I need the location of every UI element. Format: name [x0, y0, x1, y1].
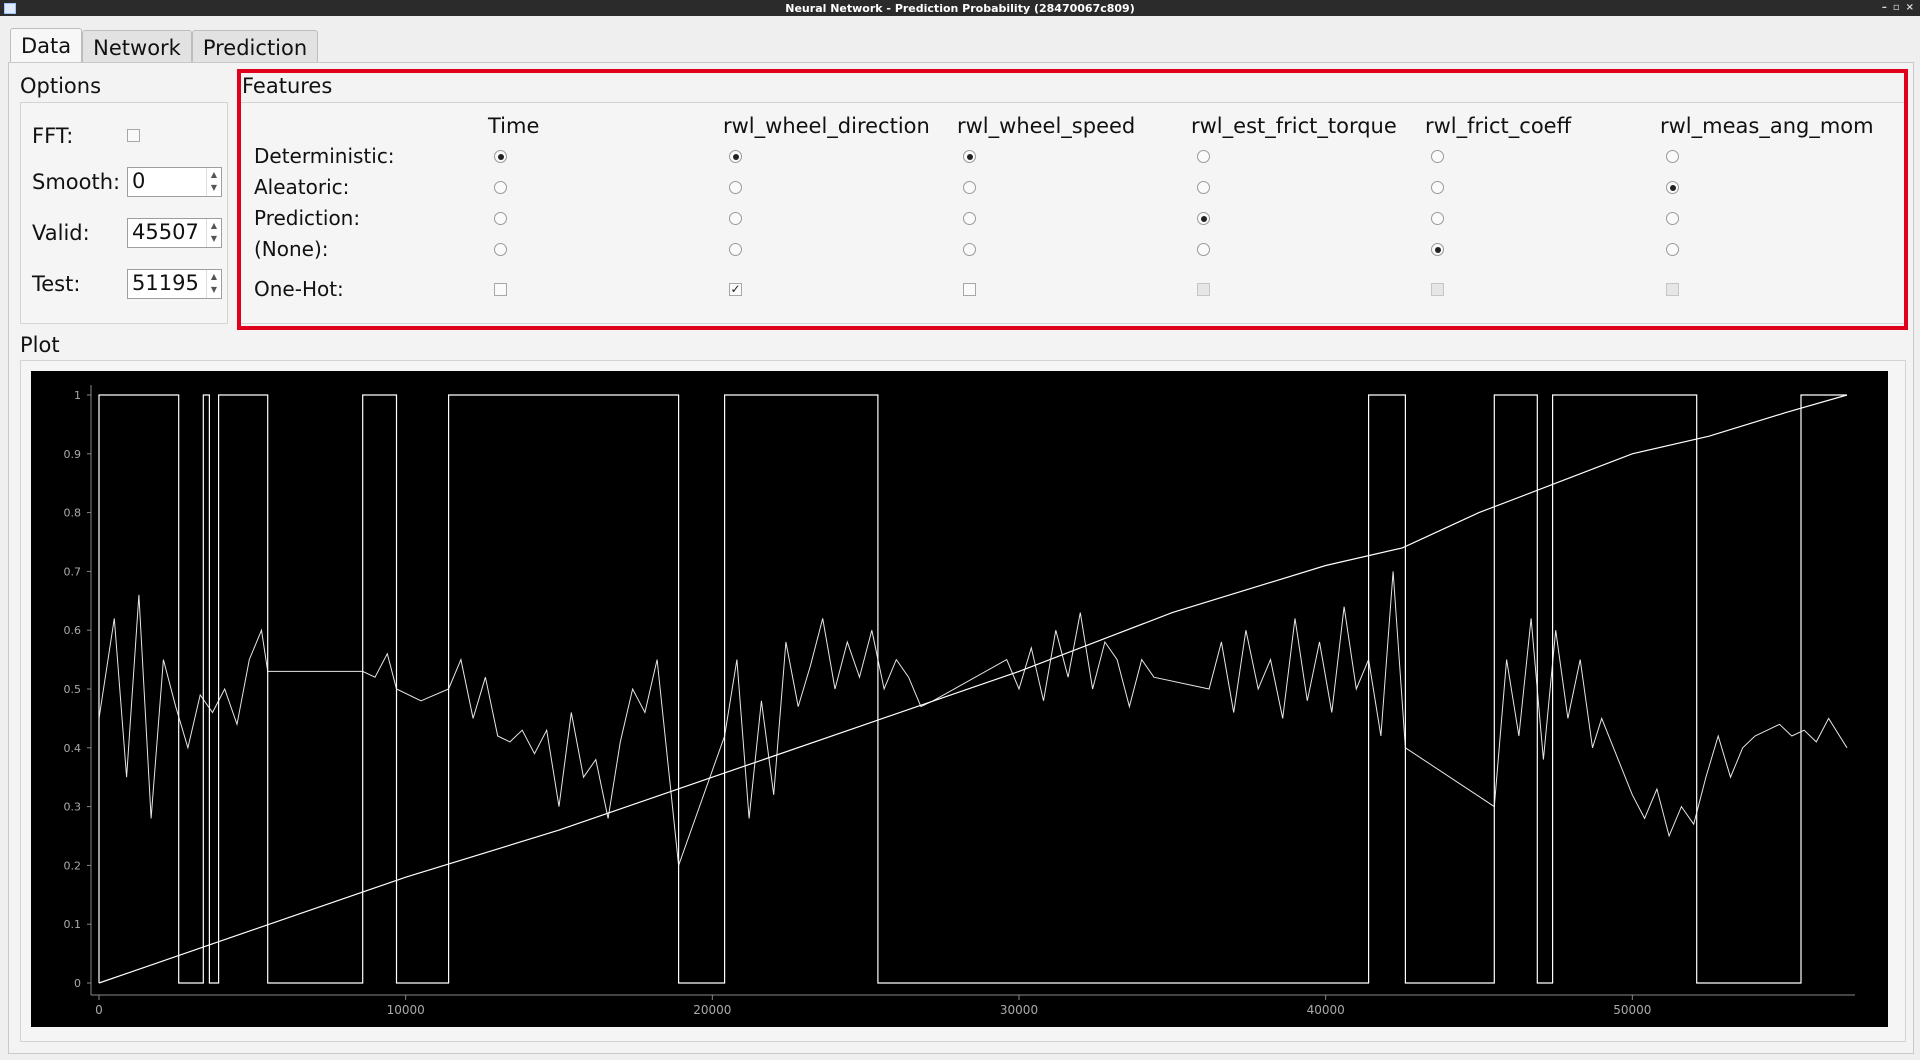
y-tick-label: 0.4 — [64, 742, 82, 755]
test-value: 51195 — [132, 271, 199, 295]
window-title-bar: Neural Network - Prediction Probability … — [0, 0, 1920, 16]
feature-row-label: Aleatoric: — [254, 175, 350, 199]
x-tick-label: 50000 — [1613, 1003, 1651, 1017]
y-tick-label: 1 — [74, 389, 81, 402]
y-tick-label: 0.7 — [64, 565, 82, 578]
window-controls: – ▫ × — [1882, 0, 1914, 16]
tab-network[interactable]: Network — [82, 30, 192, 63]
feature-radio-button[interactable] — [1197, 150, 1210, 163]
feature-radio-button[interactable] — [1431, 181, 1444, 194]
x-tick-label: 30000 — [1000, 1003, 1038, 1017]
maximize-button[interactable]: ▫ — [1893, 0, 1900, 16]
chart-svg: 0 0.1 0.2 0.3 0.4 0.5 0.6 0.7 0.8 0.9 1 0 10000 20000… — [64, 385, 1855, 1017]
feature-radio-button[interactable] — [1666, 243, 1679, 256]
feature-radio-button[interactable] — [729, 243, 742, 256]
feature-radio-button[interactable] — [1197, 181, 1210, 194]
feature-column-header: rwl_frict_coeff — [1425, 114, 1572, 138]
smooth-spin-arrows[interactable]: ▲ ▼ — [206, 168, 221, 196]
test-label: Test: — [32, 272, 81, 296]
test-spin-arrows[interactable]: ▲ ▼ — [206, 270, 221, 298]
feature-radio-button[interactable] — [1197, 243, 1210, 256]
fft-label: FFT: — [32, 124, 74, 148]
plot-title: Plot — [20, 333, 60, 357]
feature-radio-button[interactable] — [729, 212, 742, 225]
feature-radio-button[interactable] — [963, 243, 976, 256]
onehot-checkbox[interactable]: ✓ — [729, 283, 742, 296]
onehot-checkbox[interactable] — [1666, 283, 1679, 296]
feature-row-label: Prediction: — [254, 206, 361, 230]
feature-row-label: (None): — [254, 237, 329, 261]
tab-data[interactable]: Data — [10, 28, 83, 63]
valid-spinbox[interactable]: 45507 ▲ ▼ — [127, 218, 222, 248]
feature-radio-button[interactable] — [1197, 212, 1210, 225]
feature-radio-button[interactable] — [1431, 150, 1444, 163]
feature-column-header: rwl_est_frict_torque — [1191, 114, 1397, 138]
valid-spin-arrows[interactable]: ▲ ▼ — [206, 219, 221, 247]
y-tick-label: 0.2 — [64, 859, 82, 872]
x-tick-label: 40000 — [1307, 1003, 1345, 1017]
feature-radio-button[interactable] — [729, 181, 742, 194]
tab-bar: Data Network Prediction — [10, 28, 319, 63]
onehot-checkbox[interactable] — [963, 283, 976, 296]
feature-radio-button[interactable] — [963, 212, 976, 225]
feature-column-header: rwl_wheel_speed — [957, 114, 1136, 138]
smooth-value: 0 — [132, 169, 146, 193]
feature-radio-button[interactable] — [1666, 181, 1679, 194]
feature-radio-button[interactable] — [1666, 212, 1679, 225]
feature-radio-button[interactable] — [1431, 212, 1444, 225]
fft-checkbox[interactable] — [127, 129, 140, 142]
feature-column-header: Time — [488, 114, 540, 138]
smooth-spinbox[interactable]: 0 ▲ ▼ — [127, 167, 222, 197]
tab-prediction[interactable]: Prediction — [191, 30, 319, 63]
app-icon — [4, 3, 16, 14]
x-tick-label: 0 — [95, 1003, 103, 1017]
feature-radio-button[interactable] — [494, 181, 507, 194]
feature-radio-button[interactable] — [494, 150, 507, 163]
valid-value: 45507 — [132, 220, 199, 244]
window-title: Neural Network - Prediction Probability … — [785, 1, 1135, 15]
y-tick-label: 0 — [74, 977, 81, 990]
feature-radio-button[interactable] — [963, 181, 976, 194]
x-tick-label: 10000 — [387, 1003, 425, 1017]
y-tick-label: 0.5 — [64, 683, 82, 696]
feature-radio-button[interactable] — [963, 150, 976, 163]
feature-radio-button[interactable] — [1666, 150, 1679, 163]
feature-radio-button[interactable] — [729, 150, 742, 163]
feature-column-header: rwl_meas_ang_mom — [1660, 114, 1874, 138]
onehot-label: One-Hot: — [254, 277, 344, 301]
feature-column-header: rwl_wheel_direction — [723, 114, 930, 138]
options-title: Options — [20, 74, 102, 98]
feature-radio-button[interactable] — [1431, 243, 1444, 256]
onehot-checkbox[interactable] — [1197, 283, 1210, 296]
valid-label: Valid: — [32, 221, 90, 245]
y-tick-label: 0.3 — [64, 801, 82, 814]
y-tick-label: 0.8 — [64, 507, 82, 520]
feature-radio-button[interactable] — [494, 212, 507, 225]
test-spinbox[interactable]: 51195 ▲ ▼ — [127, 269, 222, 299]
x-tick-label: 20000 — [693, 1003, 731, 1017]
y-tick-label: 0.9 — [64, 448, 82, 461]
feature-radio-button[interactable] — [494, 243, 507, 256]
onehot-checkbox[interactable] — [1431, 283, 1444, 296]
prediction-series-line — [98, 571, 1848, 866]
y-tick-label: 0.1 — [64, 918, 82, 931]
minimize-button[interactable]: – — [1882, 0, 1887, 16]
plot-canvas[interactable]: 0 0.1 0.2 0.3 0.4 0.5 0.6 0.7 0.8 0.9 1 0 10000 20000… — [31, 371, 1888, 1027]
feature-row-label: Deterministic: — [254, 144, 395, 168]
smooth-label: Smooth: — [32, 170, 121, 194]
y-tick-label: 0.6 — [64, 624, 82, 637]
close-button[interactable]: × — [1906, 0, 1914, 16]
onehot-checkbox[interactable] — [494, 283, 507, 296]
features-highlight-box — [237, 69, 1908, 330]
